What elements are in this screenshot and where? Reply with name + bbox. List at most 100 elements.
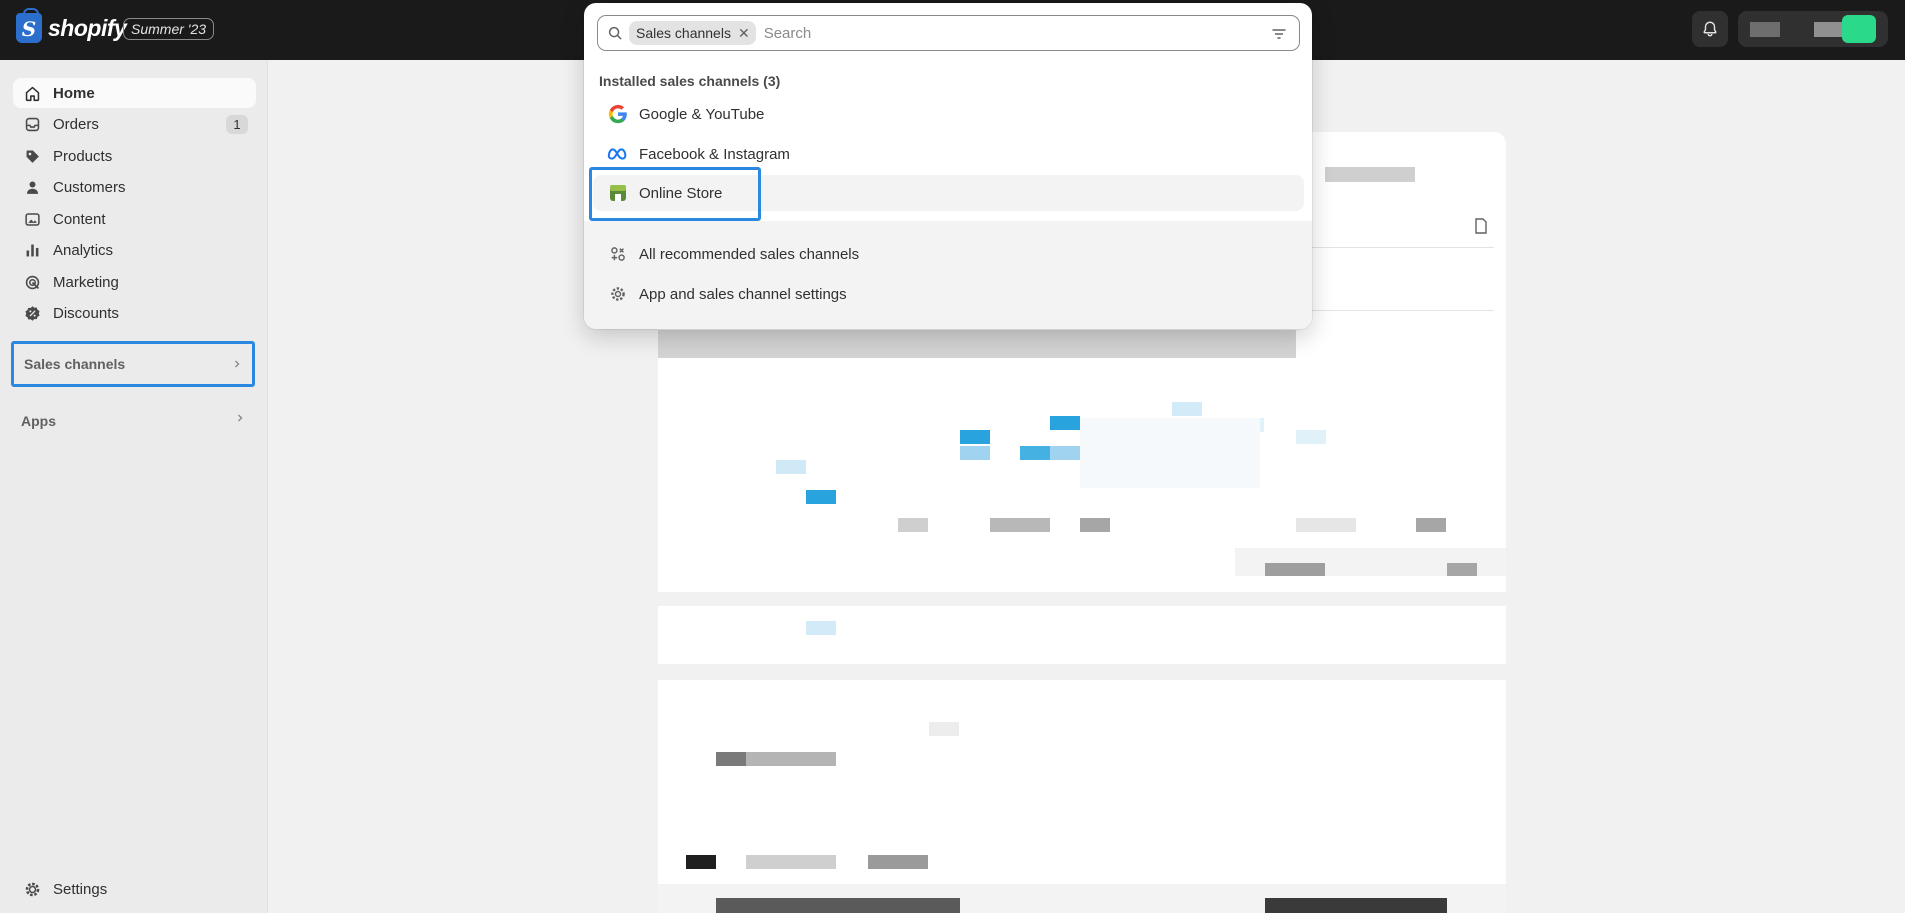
footer-link-label: All recommended sales channels (639, 245, 860, 263)
gear-icon (24, 881, 41, 898)
chart-mark (806, 621, 836, 635)
meta-icon (607, 143, 629, 165)
redacted-block (990, 518, 1050, 532)
account-menu-button[interactable] (1738, 11, 1888, 47)
edition-badge[interactable]: Summer '23 (123, 18, 215, 40)
redacted-block (746, 855, 836, 869)
store-name-redacted (1750, 22, 1780, 37)
sidebar-item-label: Customers (53, 178, 126, 196)
redacted-block (1080, 518, 1110, 532)
chart-mark (1172, 402, 1202, 416)
apps-icon (607, 243, 629, 265)
channel-label: Facebook & Instagram (639, 145, 790, 163)
sidebar-item-orders[interactable]: Orders 1 (13, 109, 256, 139)
tag-icon (24, 148, 41, 165)
chart-mark (960, 430, 990, 444)
redacted-block (686, 855, 716, 869)
sidebar-item-settings[interactable]: Settings (13, 881, 107, 898)
chart-mark (776, 460, 806, 474)
filter-icon[interactable] (1271, 26, 1287, 42)
footer-link-label: App and sales channel settings (639, 285, 847, 303)
content-icon (24, 211, 41, 228)
chart-mark (1020, 446, 1050, 460)
redacted-block (1265, 563, 1325, 576)
section-label: Apps (21, 413, 56, 429)
chevron-right-icon (238, 414, 243, 422)
chevron-right-icon (235, 360, 240, 368)
report-icon[interactable] (1474, 218, 1488, 234)
chart-mark (1050, 416, 1080, 430)
divider (1312, 310, 1494, 311)
sidebar-item-customers[interactable]: Customers (13, 172, 256, 202)
shopify-logo[interactable]: S shopify (16, 8, 127, 43)
channel-label: Google & YouTube (639, 105, 765, 123)
channel-online-store[interactable]: Online Store (593, 175, 1304, 211)
redacted-block (898, 518, 928, 532)
shopify-bag-icon: S (16, 8, 42, 43)
sidebar-item-label: Settings (53, 881, 108, 898)
target-icon (24, 274, 41, 291)
notifications-button[interactable] (1692, 11, 1728, 47)
filter-tag-label: Sales channels (636, 25, 731, 41)
redacted-block (1265, 898, 1447, 913)
sidebar-item-content[interactable]: Content (13, 204, 256, 234)
sidebar-item-products[interactable]: Products (13, 141, 256, 171)
orders-count-badge: 1 (226, 115, 248, 134)
sidebar-item-label: Home (53, 84, 95, 102)
sidebar-item-marketing[interactable]: Marketing (13, 267, 256, 297)
sidebar-section-apps[interactable]: Apps (11, 398, 255, 444)
redacted-block (716, 752, 746, 766)
dashboard-card (658, 680, 1506, 913)
chart-area (1080, 418, 1260, 488)
installed-channels-heading: Installed sales channels (3) (599, 73, 781, 89)
sidebar-item-label: Analytics (53, 241, 114, 259)
redacted-block (1416, 518, 1446, 532)
avatar (1842, 15, 1876, 43)
all-recommended-channels-link[interactable]: All recommended sales channels (593, 236, 1304, 272)
search-bar[interactable]: Sales channels ✕ (597, 15, 1300, 51)
sidebar-item-label: Discounts (53, 304, 119, 322)
search-filter-tag: Sales channels ✕ (629, 21, 756, 45)
redacted-block (1296, 518, 1356, 532)
person-icon (24, 179, 41, 196)
bar-chart-icon (24, 242, 41, 259)
search-icon (608, 26, 623, 41)
user-name-redacted (1814, 22, 1844, 37)
redacted-block (716, 898, 960, 913)
redacted-block (929, 722, 959, 736)
dashboard-card (658, 606, 1506, 664)
channel-google-youtube[interactable]: Google & YouTube (593, 96, 1304, 132)
sidebar-item-home[interactable]: Home (13, 78, 256, 108)
search-input[interactable] (763, 24, 1244, 42)
redacted-block (868, 855, 928, 869)
home-icon (24, 85, 41, 102)
google-icon (607, 103, 629, 125)
sidebar-item-label: Marketing (53, 273, 119, 291)
popover-footer: All recommended sales channels App and s… (584, 221, 1312, 329)
section-label: Sales channels (24, 356, 126, 372)
online-store-icon (607, 182, 629, 204)
sales-channels-search-popover: Sales channels ✕ Installed sales channel… (584, 3, 1312, 329)
discount-icon (24, 305, 41, 322)
sidebar-item-discounts[interactable]: Discounts (13, 298, 256, 328)
orders-icon (24, 116, 41, 133)
channel-facebook-instagram[interactable]: Facebook & Instagram (593, 136, 1304, 172)
sidebar: Home Orders 1 Products Customers Content… (0, 60, 268, 913)
chart-mark (1050, 446, 1080, 460)
chart-mark (806, 490, 836, 504)
chart-mark (960, 446, 990, 460)
sidebar-item-label: Content (53, 210, 106, 228)
gear-icon (607, 283, 629, 305)
app-channel-settings-link[interactable]: App and sales channel settings (593, 276, 1304, 312)
redacted-block (1325, 167, 1415, 182)
sidebar-item-analytics[interactable]: Analytics (13, 235, 256, 265)
sidebar-item-label: Products (53, 147, 113, 165)
redacted-header-row (658, 330, 1296, 358)
channel-label: Online Store (639, 184, 723, 202)
remove-tag-icon[interactable]: ✕ (738, 25, 750, 42)
sidebar-section-sales-channels[interactable]: Sales channels (11, 341, 255, 387)
divider (1312, 247, 1494, 248)
sidebar-item-label: Orders (53, 115, 99, 133)
bell-icon (1703, 21, 1717, 37)
chart-mark (1296, 430, 1326, 444)
